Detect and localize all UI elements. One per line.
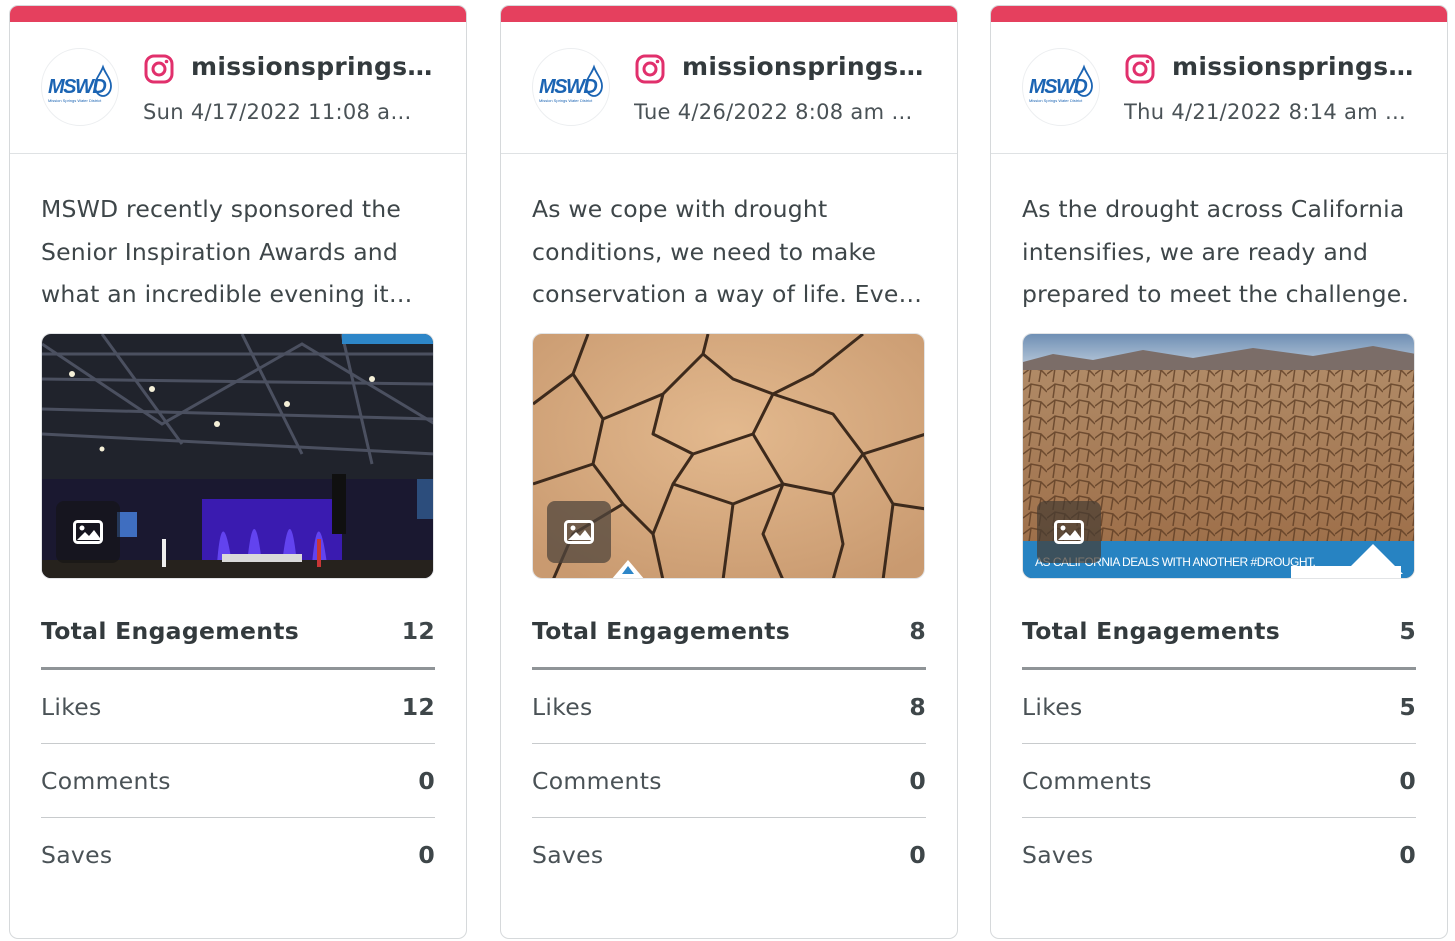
instagram-icon — [143, 53, 175, 85]
instagram-icon — [634, 53, 666, 85]
metric-value: 12 — [401, 616, 435, 645]
likes-row: Likes 8 — [532, 670, 926, 744]
card-accent-bar — [501, 6, 957, 22]
svg-text:Mission Springs Water District: Mission Springs Water District — [48, 98, 102, 103]
card-accent-bar — [991, 6, 1447, 22]
metric-value: 12 — [401, 692, 435, 721]
metric-label: Total Engagements — [1022, 616, 1281, 645]
metric-label: Total Engagements — [532, 616, 791, 645]
metric-value: 8 — [909, 692, 926, 721]
image-icon — [56, 501, 120, 563]
metric-value: 0 — [1399, 766, 1416, 795]
saves-row: Saves 0 — [1022, 818, 1416, 892]
metric-label: Saves — [1022, 841, 1094, 869]
likes-row: Likes 5 — [1022, 670, 1416, 744]
total-engagements-row: Total Engagements 12 — [41, 594, 435, 670]
card-accent-bar — [10, 6, 466, 22]
metric-label: Saves — [41, 841, 113, 869]
engagement-metrics: Total Engagements 5 Likes 5 Comments 0 S… — [1022, 594, 1416, 892]
image-icon — [547, 501, 611, 563]
metric-label: Saves — [532, 841, 604, 869]
comments-row: Comments 0 — [532, 744, 926, 818]
metric-label: Comments — [1022, 766, 1152, 795]
saves-row: Saves 0 — [532, 818, 926, 892]
post-media-image[interactable]: AS CALIFORNIA DEALS WITH ANOTHER #DROUGH… — [1022, 333, 1415, 579]
metric-value: 8 — [909, 616, 926, 645]
metric-value: 0 — [909, 841, 926, 869]
post-media-image[interactable] — [41, 333, 434, 579]
card-header: MSWD Mission Springs Water District miss… — [501, 22, 957, 154]
engagement-metrics: Total Engagements 12 Likes 12 Comments 0… — [41, 594, 435, 892]
post-datetime: Sun 4/17/2022 11:08 am PDT — [143, 100, 428, 124]
metric-label: Comments — [41, 766, 171, 795]
metric-value: 5 — [1399, 692, 1416, 721]
metric-value: 0 — [418, 841, 435, 869]
mswd-logo-avatar[interactable]: MSWD Mission Springs Water District — [532, 48, 610, 126]
card-header: MSWD Mission Springs Water District miss… — [991, 22, 1447, 154]
comments-row: Comments 0 — [41, 744, 435, 818]
metric-label: Total Engagements — [41, 616, 300, 645]
metric-label: Likes — [41, 692, 102, 721]
card-header: MSWD Mission Springs Water District miss… — [10, 22, 466, 154]
svg-text:Mission Springs Water District: Mission Springs Water District — [539, 98, 593, 103]
account-name[interactable]: missionspringswater — [1172, 52, 1422, 81]
post-caption: As the drought across California intensi… — [1022, 195, 1410, 308]
instagram-icon — [1124, 53, 1156, 85]
mswd-logo-avatar[interactable]: MSWD Mission Springs Water District — [1022, 48, 1100, 126]
post-card[interactable]: MSWD Mission Springs Water District miss… — [9, 5, 467, 939]
metric-label: Likes — [1022, 692, 1083, 721]
image-icon — [1037, 501, 1101, 563]
total-engagements-row: Total Engagements 5 — [1022, 594, 1416, 670]
likes-row: Likes 12 — [41, 670, 435, 744]
account-name[interactable]: missionspringswater — [682, 52, 932, 81]
post-media-image[interactable] — [532, 333, 925, 579]
svg-text:Mission Springs Water District: Mission Springs Water District — [1029, 98, 1083, 103]
post-caption: As we cope with drought conditions, we n… — [532, 195, 923, 308]
saves-row: Saves 0 — [41, 818, 435, 892]
post-card[interactable]: MSWD Mission Springs Water District miss… — [990, 5, 1448, 939]
post-caption: MSWD recently sponsored the Senior Inspi… — [41, 195, 401, 308]
comments-row: Comments 0 — [1022, 744, 1416, 818]
account-name[interactable]: missionspringswater — [191, 52, 441, 81]
metric-value: 0 — [1399, 841, 1416, 869]
post-card[interactable]: MSWD Mission Springs Water District miss… — [500, 5, 958, 939]
total-engagements-row: Total Engagements 8 — [532, 594, 926, 670]
post-datetime: Thu 4/21/2022 8:14 am PDT — [1124, 100, 1409, 124]
mswd-logo-avatar[interactable]: MSWD Mission Springs Water District — [41, 48, 119, 126]
metric-value: 0 — [909, 766, 926, 795]
metric-label: Likes — [532, 692, 593, 721]
metric-value: 5 — [1399, 616, 1416, 645]
engagement-metrics: Total Engagements 8 Likes 8 Comments 0 S… — [532, 594, 926, 892]
metric-label: Comments — [532, 766, 662, 795]
metric-value: 0 — [418, 766, 435, 795]
post-datetime: Tue 4/26/2022 8:08 am PDT — [634, 100, 919, 124]
